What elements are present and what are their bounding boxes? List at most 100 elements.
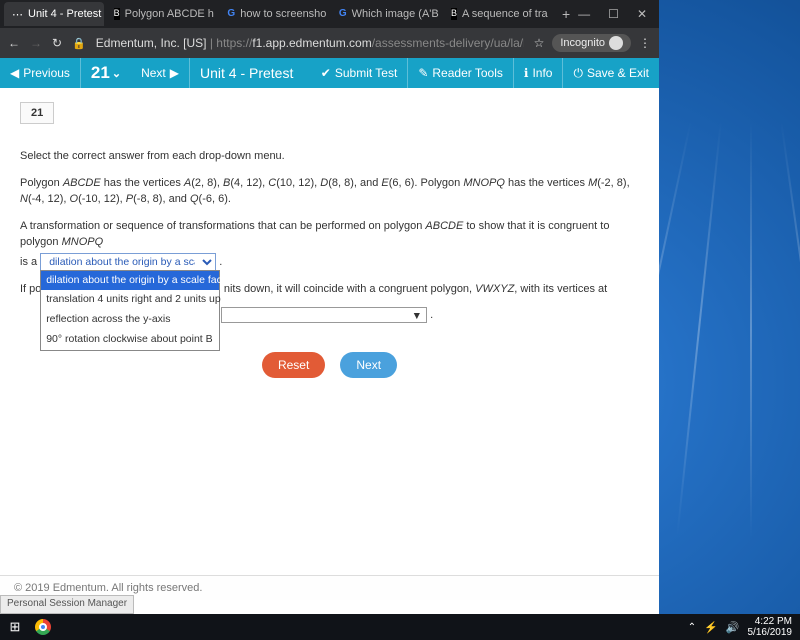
incognito-badge: Incognito (552, 34, 631, 52)
t: . (219, 255, 222, 267)
lock-icon: 🔒 (72, 37, 86, 50)
clock-date: 5/16/2019 (748, 627, 793, 638)
tab-favicon: G (227, 8, 235, 20)
tab-1[interactable]: B Polygon ABCDE h ✕ (106, 2, 218, 26)
reset-button[interactable]: Reset (262, 352, 325, 378)
t: (6, 6). Polygon (389, 177, 464, 189)
t: (-2, 8), (597, 177, 629, 189)
tab-favicon: B (451, 8, 457, 20)
transformation-prompt: A transformation or sequence of transfor… (20, 218, 639, 251)
t: (2, 8), (191, 177, 223, 189)
save-exit-button[interactable]: ⏻ Save & Exit (563, 58, 659, 88)
dropdown-1-options: dilation about the origin by a scale fac… (40, 270, 220, 351)
t: VWXYZ (475, 283, 514, 295)
dropdown-option[interactable]: translation 4 units right and 2 units up (41, 290, 219, 310)
tab-2[interactable]: G how to screensho ✕ (219, 2, 328, 26)
t: (4, 12), (230, 177, 268, 189)
address-bar: ← → ↻ 🔒 Edmentum, Inc. [US] | https://f1… (0, 28, 659, 58)
vertices-dropdown-2[interactable]: ▼ (221, 307, 427, 323)
maximize-button[interactable]: ☐ (608, 7, 619, 21)
chrome-taskbar-icon[interactable] (30, 617, 56, 637)
info-icon: ℹ (524, 66, 529, 80)
browser-titlebar: ⋯ Unit 4 - Pretest ✕ B Polygon ABCDE h ✕… (0, 0, 659, 28)
minimize-button[interactable]: — (578, 7, 590, 21)
tab-3[interactable]: G Which image (A'B ✕ (331, 2, 441, 26)
submit-test-button[interactable]: ✔ Submit Test (311, 58, 409, 88)
question-number: 21 (91, 63, 110, 83)
taskbar-clock[interactable]: 4:22 PM 5/16/2019 (748, 616, 793, 638)
dropdown-1-line: is a dilation about the origin by a scal… (20, 253, 639, 271)
save-label: Save & Exit (587, 66, 649, 80)
t: (-10, 12), (78, 193, 126, 205)
tools-label: Reader Tools (432, 66, 503, 80)
instruction-text: Select the correct answer from each drop… (20, 148, 639, 165)
question-selector[interactable]: 21 ⌄ (81, 63, 131, 83)
t: MNOPQ (62, 236, 104, 248)
t: , with its vertices at (514, 283, 607, 295)
tab-4[interactable]: B A sequence of tra ✕ (443, 2, 552, 26)
incognito-label: Incognito (560, 37, 605, 49)
t: D (320, 177, 328, 189)
forward-button[interactable]: → (30, 36, 42, 50)
action-buttons: Reset Next (20, 352, 639, 378)
info-button[interactable]: ℹ Info (514, 58, 564, 88)
app-toolbar: ◀ Previous 21 ⌄ Next ▶ Unit 4 - Pretest … (0, 58, 659, 88)
url-display[interactable]: Edmentum, Inc. [US] | https://f1.app.edm… (96, 36, 524, 50)
next-question-button[interactable]: Next (340, 352, 397, 378)
tab-favicon: ⋯ (12, 8, 23, 20)
tab-favicon: G (339, 8, 347, 20)
t: (-8, 8), and (133, 193, 190, 205)
t: (8, 8), and (328, 177, 381, 189)
next-button[interactable]: Next ▶ (131, 58, 190, 88)
t: is a (20, 255, 40, 267)
url-path: /assessments-delivery/ua/la/launch/48964… (372, 36, 524, 50)
chrome-icon (35, 619, 51, 635)
previous-button[interactable]: ◀ Previous (0, 58, 81, 88)
tab-label: Which image (A'B (352, 8, 439, 20)
new-tab-button[interactable]: + (554, 6, 578, 22)
transformation-dropdown-1[interactable]: dilation about the origin by a scale fac… (40, 253, 216, 271)
incognito-icon (609, 36, 623, 50)
question-number-box: 21 (20, 102, 54, 124)
reader-tools-button[interactable]: ✎ Reader Tools (408, 58, 514, 88)
tab-label: Unit 4 - Pretest (28, 8, 101, 20)
url-host: f1.app.edmentum.com (252, 36, 371, 50)
submit-label: Submit Test (335, 66, 397, 80)
dropdown-option[interactable]: reflection across the y-axis (41, 310, 219, 330)
tray-expand-icon[interactable]: ⌃ (688, 622, 696, 633)
previous-icon: ◀ (10, 66, 19, 80)
t: MNOPQ (463, 177, 505, 189)
url-host-label: Edmentum, Inc. [US] (96, 36, 207, 50)
t: A transformation or sequence of transfor… (20, 220, 425, 232)
tab-label: how to screensho (240, 8, 326, 20)
system-tray: ⌃ ⚡ 🔊 4:22 PM 5/16/2019 (688, 616, 800, 638)
dropdown-option[interactable]: dilation about the origin by a scale fac… (41, 271, 219, 291)
start-button[interactable]: ⊞ (0, 619, 30, 635)
url-sep: | (206, 36, 216, 50)
t: (-6, 6). (199, 193, 231, 205)
t: nits down, it will coincide with a congr… (224, 283, 475, 295)
bookmark-star-icon[interactable]: ☆ (534, 36, 545, 50)
back-button[interactable]: ← (8, 36, 20, 50)
page-content: ◀ Previous 21 ⌄ Next ▶ Unit 4 - Pretest … (0, 58, 659, 614)
tab-favicon: B (114, 8, 120, 20)
status-popup: Personal Session Manager (0, 595, 134, 614)
chevron-down-icon: ⌄ (112, 67, 121, 80)
t: M (588, 177, 597, 189)
volume-icon[interactable]: 🔊 (726, 621, 740, 634)
info-label: Info (532, 66, 552, 80)
assessment-title: Unit 4 - Pretest (200, 65, 293, 81)
dropdown-option[interactable]: 90° rotation clockwise about point B (41, 330, 219, 350)
clock-time: 4:22 PM (748, 616, 793, 627)
browser-menu-icon[interactable]: ⋮ (639, 36, 651, 50)
tools-icon: ✎ (418, 66, 428, 80)
tab-label: A sequence of tra (462, 8, 548, 20)
power-icon: ⏻ (573, 66, 583, 81)
url-proto: https:// (216, 36, 252, 50)
t: (10, 12), (276, 177, 320, 189)
close-window-button[interactable]: ✕ (637, 7, 647, 21)
question-panel: 21 Select the correct answer from each d… (0, 88, 659, 392)
network-icon[interactable]: ⚡ (704, 621, 718, 634)
reload-button[interactable]: ↻ (52, 36, 62, 50)
tab-0[interactable]: ⋯ Unit 4 - Pretest ✕ (4, 2, 104, 26)
